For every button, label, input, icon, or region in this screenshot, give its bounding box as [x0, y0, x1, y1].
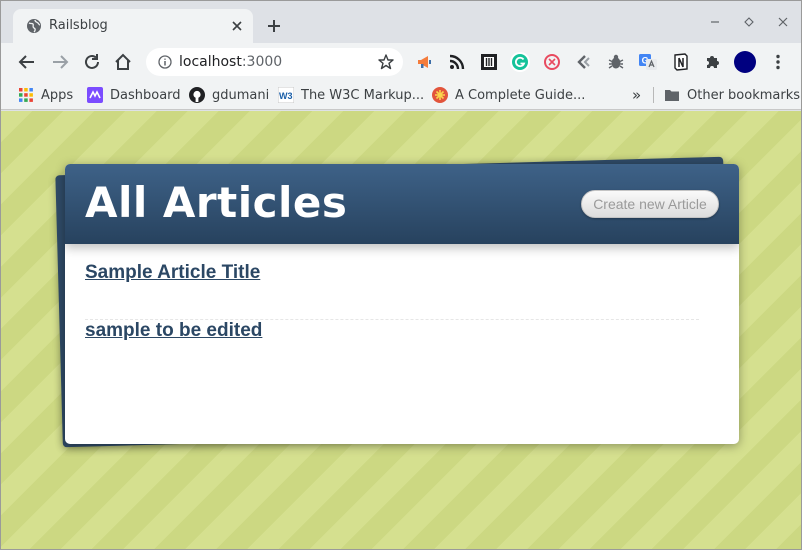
lastpass-icon[interactable] [542, 52, 562, 72]
bookmark-label: The W3C Markup... [301, 87, 425, 103]
kebab-menu-icon[interactable] [768, 52, 788, 72]
create-article-button[interactable]: Create new Article [581, 190, 719, 218]
new-tab-button[interactable] [263, 15, 285, 37]
site-info-icon[interactable] [158, 55, 172, 69]
github-icon [189, 87, 205, 103]
forward-arrow-icon[interactable] [49, 51, 71, 73]
bookmark-w3c[interactable]: W3 The W3C Markup... [278, 86, 424, 104]
bookmarks-overflow-button[interactable]: » [632, 86, 641, 104]
bookmark-star-icon[interactable] [377, 53, 395, 71]
notion-icon[interactable] [671, 52, 691, 72]
profile-avatar[interactable] [734, 51, 756, 73]
globe-icon [27, 19, 41, 33]
css-tricks-icon [432, 87, 448, 103]
card-header: All Articles Create new Article [65, 164, 739, 244]
article-list: Sample Article Title sample to be edited [85, 262, 699, 378]
tab-title: Railsblog [49, 18, 108, 33]
other-bookmarks[interactable]: Other bookmarks [664, 86, 800, 104]
tab-railsblog[interactable]: Railsblog [13, 9, 253, 43]
bookmark-separator [653, 87, 654, 103]
w3c-icon: W3 [278, 87, 294, 103]
bookmark-label: gdumani [212, 87, 270, 103]
address-port: :3000 [241, 54, 283, 70]
browser-toolbar: localhost:3000 G [1, 43, 801, 81]
svg-text:W3: W3 [279, 91, 293, 101]
apps-grid-icon [19, 88, 33, 102]
close-tab-icon[interactable] [228, 17, 246, 35]
overflow-chevron: » [632, 86, 642, 104]
close-window-button[interactable] [775, 15, 791, 31]
minimize-button[interactable] [707, 15, 723, 31]
folder-icon [665, 90, 679, 101]
tab-strip: Railsblog [1, 1, 801, 43]
list-item: Sample Article Title [85, 262, 699, 320]
dashboard-icon [87, 87, 103, 103]
address-bar[interactable]: localhost:3000 [146, 48, 403, 76]
home-icon[interactable] [112, 51, 134, 73]
bug-icon[interactable] [606, 52, 626, 72]
back-arrow-icon[interactable] [16, 51, 38, 73]
list-item: sample to be edited [85, 320, 699, 378]
bookmark-apps[interactable]: Apps [18, 86, 73, 104]
browser-window: Railsblog localhost:3000 G Apps Dashboar… [0, 0, 802, 550]
page-title: All Articles [85, 178, 348, 227]
translate-icon[interactable]: G [638, 52, 658, 72]
bookmark-label: A Complete Guide... [455, 87, 586, 103]
reader-icon[interactable] [479, 52, 499, 72]
article-link[interactable]: Sample Article Title [85, 262, 260, 283]
bookmark-label: Dashboard [110, 87, 181, 103]
bookmark-dashboard[interactable]: Dashboard [87, 86, 181, 104]
other-bookmarks-label: Other bookmarks [687, 87, 801, 103]
reload-icon[interactable] [81, 51, 103, 73]
grammarly-icon[interactable] [510, 52, 530, 72]
maximize-button[interactable] [741, 15, 757, 31]
bookmark-complete-guide[interactable]: A Complete Guide... [432, 86, 585, 104]
megaphone-icon[interactable] [415, 52, 435, 72]
article-link[interactable]: sample to be edited [85, 320, 262, 341]
address-text: localhost:3000 [179, 54, 282, 70]
rss-icon[interactable] [447, 52, 467, 72]
address-host: localhost [179, 54, 242, 70]
bookmarks-bar: Apps Dashboard gdumani W3 The W3C Markup… [1, 81, 801, 110]
bookmark-gdumani[interactable]: gdumani [189, 86, 269, 104]
back-arrow-ext-icon[interactable] [574, 52, 594, 72]
puzzle-icon[interactable] [703, 52, 723, 72]
bookmark-label: Apps [41, 87, 74, 103]
page-viewport: All Articles Create new Article Sample A… [1, 111, 801, 549]
articles-card: All Articles Create new Article Sample A… [65, 164, 739, 444]
